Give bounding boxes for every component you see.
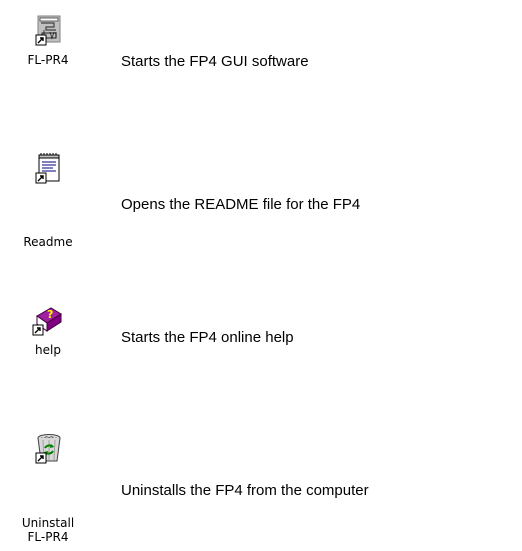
- shortcut-label-help[interactable]: help: [6, 343, 90, 357]
- shortcut-label-uninstall[interactable]: Uninstall FL-PR4: [6, 516, 90, 544]
- description-readme: Opens the README file for the FP4: [121, 196, 361, 213]
- readme-notepad-icon[interactable]: [32, 152, 64, 184]
- description-uninstall: Uninstalls the FP4 from the computer: [121, 482, 369, 499]
- shortcut-label-readme[interactable]: Readme: [6, 235, 90, 249]
- fl-pr4-app-icon[interactable]: [32, 14, 64, 46]
- description-fl-pr4: Starts the FP4 GUI software: [121, 53, 309, 70]
- shortcut-help[interactable]: ? help: [0, 290, 110, 400]
- shortcut-fl-pr4[interactable]: FL-PR4: [0, 0, 110, 110]
- shortcut-readme[interactable]: Readme: [0, 140, 110, 255]
- uninstall-recycle-bin-icon[interactable]: [32, 432, 64, 464]
- description-help: Starts the FP4 online help: [121, 329, 294, 346]
- svg-text:?: ?: [47, 308, 53, 321]
- shortcut-uninstall[interactable]: Uninstall FL-PR4: [0, 420, 110, 551]
- shortcut-label-fl-pr4[interactable]: FL-PR4: [6, 53, 90, 67]
- desktop-shortcuts-page: FL-PR4 Starts the FP4 GUI software Readm…: [0, 0, 522, 551]
- help-book-icon[interactable]: ?: [31, 304, 63, 336]
